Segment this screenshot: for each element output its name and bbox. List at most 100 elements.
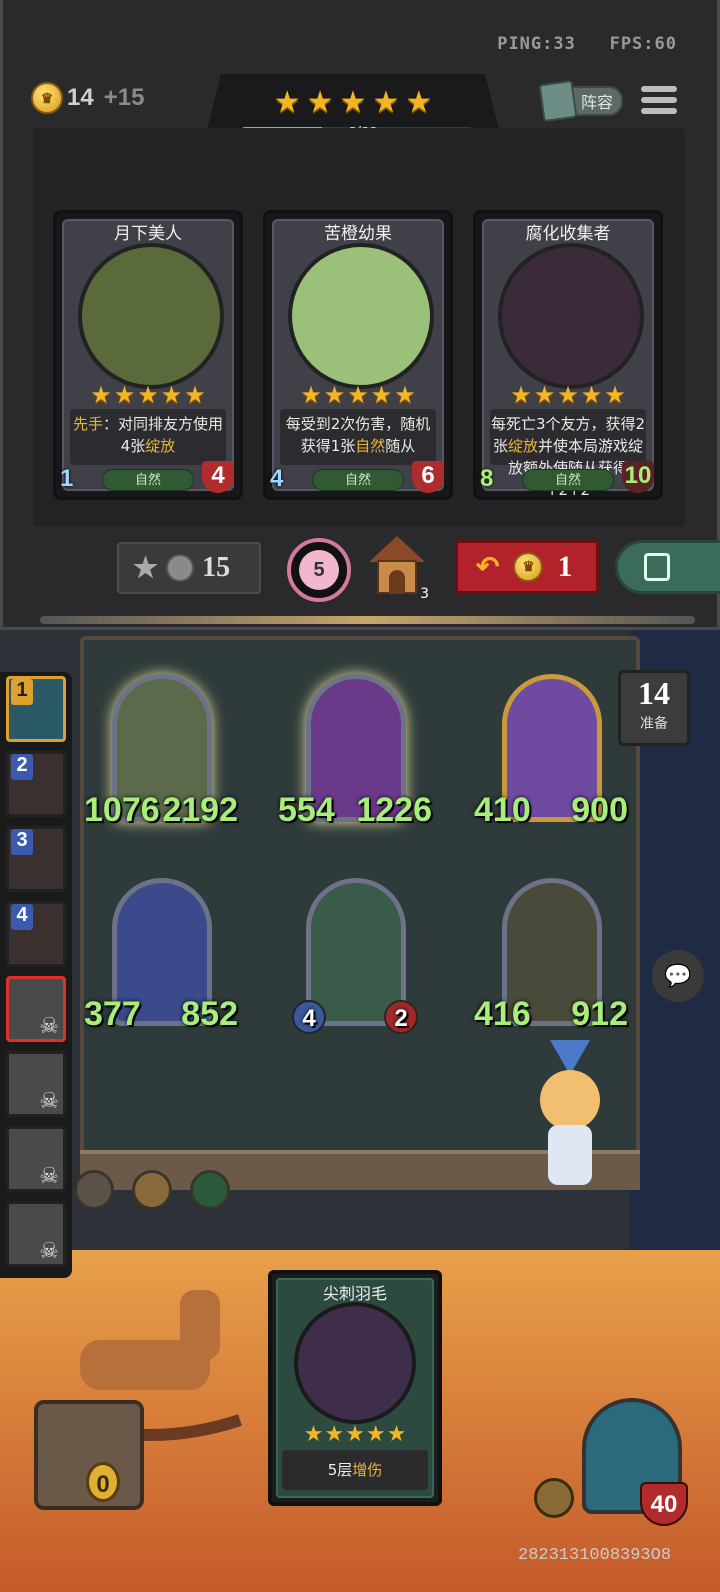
silver-coin-icon (166, 554, 195, 582)
spell-card-in-hand[interactable]: 尖刺羽毛 ★ ★ ★ ★ ★ 5层增伤 (268, 1270, 442, 1506)
star-icon: ★ (365, 1422, 386, 1447)
star-icon: ★ (533, 381, 556, 409)
star-icon: ★ (557, 381, 579, 409)
card-tribe-tag: 自然 (102, 469, 194, 491)
card-name: 月下美人 (114, 224, 182, 244)
star-icon: ★ (386, 1422, 407, 1447)
skull-icon: ☠ (39, 1014, 59, 1039)
card-art (78, 243, 224, 389)
roster-player-portrait[interactable]: ☠ (6, 1126, 66, 1192)
card-name: 腐化收集者 (525, 224, 611, 244)
ready-label: 准备 (640, 716, 668, 732)
lineup-button[interactable]: 阵容 (538, 79, 623, 123)
gold-display: ♛ 14 +15 (31, 82, 144, 114)
board-minion[interactable]: 410 900 (474, 674, 628, 830)
menu-button[interactable] (641, 86, 677, 116)
card-description: 先手：对同排友方使用4张绽放 (70, 409, 226, 465)
card-health: 4 (202, 461, 234, 493)
card-stars: ★ ★ ★ ★ ★ (266, 381, 450, 409)
minion-health: 2192 (162, 791, 238, 829)
spike-feather-art (294, 1302, 416, 1424)
hero-power-button[interactable] (534, 1478, 574, 1518)
chat-button[interactable]: 💬 (652, 950, 704, 1002)
roster-player-portrait[interactable]: ☠ (6, 1051, 66, 1117)
star-icon: ★ (394, 381, 416, 409)
tier-star-icon: ★ (306, 85, 334, 120)
minion-attack: 377 (84, 995, 141, 1033)
house-count: 3 (420, 586, 429, 602)
roster-player-portrait[interactable]: ☠ (6, 1201, 66, 1267)
board-minion[interactable]: 416 912 (474, 878, 628, 1034)
tier-star-icon: ★ (372, 85, 400, 120)
trinket-sockets (74, 1170, 230, 1210)
lineup-label: 阵容 (580, 93, 613, 112)
minion-attack: 416 (474, 995, 531, 1033)
card-attack: 8 (480, 465, 494, 492)
star-icon: ★ (90, 381, 112, 409)
chat-bubble-icon: 💬 (664, 963, 692, 989)
shop-minion-card[interactable]: 月下美人 ★ ★ ★ ★ ★ 先手：对同排友方使用4张绽放 自然 1 4 (53, 210, 243, 500)
roster-rank: 4 (11, 904, 33, 930)
skull-icon: ☠ (39, 1164, 59, 1189)
lock-icon (644, 553, 670, 581)
minion-health: 912 (571, 995, 628, 1033)
star-icon: ★ (184, 381, 206, 409)
star-icon: ★ (160, 381, 183, 409)
battle-board: 1 2 3 4 ☠ ☠ ☠ ☠ 14 准备 💬 尖刺羽毛 ★ ★ ★ ★ ★ 5层增伤 0 40 28… (0, 630, 720, 1592)
crown-coin-icon: ♛ (31, 82, 63, 114)
house-icon (369, 536, 425, 562)
shop-panel: PING:33 FPS:60 ♛ 14 +15 ★★★★★ 8/23 阵容 月下… (0, 0, 720, 630)
user-id: 2823131008393O8 (518, 1546, 672, 1565)
minion-health: 852 (181, 995, 238, 1033)
minion-attack: 1076 (84, 791, 160, 829)
roster-player-portrait[interactable]: 3 (6, 826, 66, 892)
lock-shop-button[interactable] (615, 540, 720, 594)
board-minion[interactable]: 554 1226 (278, 674, 432, 830)
star-icon: ★ (323, 381, 346, 409)
house-button[interactable]: 3 (369, 536, 429, 602)
shop-minion-card[interactable]: 腐化收集者 ★ ★ ★ ★ ★ 每死亡3个友方，获得2张绽放并使本局游戏绽放额外使随从获… (473, 210, 663, 500)
roster-rank: 1 (11, 679, 33, 705)
turn-timer-bar (40, 616, 695, 624)
board-minion[interactable]: 1076 2192 (84, 674, 238, 830)
refresh-cost: 1 (557, 550, 573, 583)
roster-player-portrait[interactable]: 2 (6, 751, 66, 817)
skull-icon: ☠ (39, 1089, 59, 1114)
minion-health: 2 (384, 1000, 418, 1034)
card-health: 10 (622, 461, 654, 493)
roster-player-portrait[interactable]: ☠ (6, 976, 66, 1042)
board-minion[interactable]: 377 852 (84, 878, 238, 1034)
tavern-gate-button[interactable]: 0 (34, 1400, 144, 1510)
card-description: 每死亡3个友方，获得2张绽放并使本局游戏绽放额外使随从获得+2+2 (490, 409, 646, 499)
star-icon: ★ (580, 381, 603, 409)
green-socket-icon[interactable] (190, 1170, 230, 1210)
shop-minion-card[interactable]: 苦橙幼果 ★ ★ ★ ★ ★ 每受到2次伤害，随机获得1张自然随从 自然 4 6 (263, 210, 453, 500)
opponent-roster: 1 2 3 4 ☠ ☠ ☠ ☠ (0, 672, 72, 1278)
refresh-shop-button[interactable]: ↶ ♛ 1 (455, 540, 599, 594)
board-minion[interactable]: 4 2 (292, 878, 418, 1034)
spell-card-stars: ★ ★ ★ ★ ★ (272, 1422, 438, 1447)
bloom-counter[interactable]: 5 (287, 538, 351, 602)
star-icon: ★ (300, 381, 322, 409)
card-description: 每受到2次伤害，随机获得1张自然随从 (280, 409, 436, 465)
star-icon: ★ (347, 381, 369, 409)
minion-health: 1226 (356, 791, 432, 829)
bronze-socket-icon[interactable] (132, 1170, 172, 1210)
tier-stars: ★ ★ ★ ★ ★ (203, 88, 503, 118)
empty-socket-icon[interactable] (74, 1170, 114, 1210)
minion-attack: 410 (474, 791, 531, 829)
star-icon: ★ (303, 1422, 324, 1447)
minion-attack: 554 (278, 791, 335, 829)
player-avatar-character (520, 1030, 630, 1200)
minion-health: 900 (571, 791, 628, 829)
upgrade-tier-button[interactable]: ★ 15 (117, 542, 261, 594)
roster-player-portrait[interactable]: 1 (6, 676, 66, 742)
roster-rank: 2 (11, 754, 33, 780)
upgrade-cost: 15 (202, 552, 231, 583)
card-name: 苦橙幼果 (324, 224, 392, 244)
ping-label: PING:33 (497, 34, 576, 54)
fps-label: FPS:60 (609, 34, 677, 54)
star-icon: ★ (137, 381, 159, 409)
roster-player-portrait[interactable]: 4 (6, 901, 66, 967)
ready-counter[interactable]: 14 准备 (618, 670, 690, 746)
